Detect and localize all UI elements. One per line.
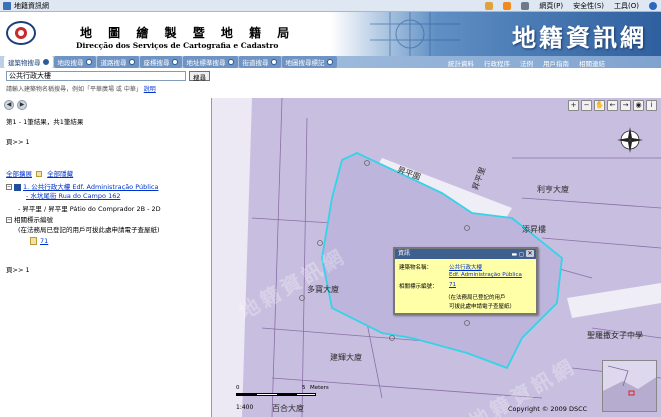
map-label-building: 添昇樓 [522, 225, 546, 234]
result-subaddress: - 昇平里 / 昇平里 Pátio do Comprador 2B - 2D [18, 205, 161, 213]
dscc-logo-icon [6, 21, 36, 45]
site-title: 地籍資訊網 [512, 24, 647, 52]
link-user-guide[interactable]: 用戶指南 [543, 58, 569, 68]
apply-note: (在法務局已登記的用戶可拔此處申請電子查屋紙) [18, 226, 160, 234]
nav-tab-map-mark[interactable]: 地圖搜尋標記 [281, 56, 337, 68]
zoom-in-icon[interactable]: + [568, 100, 579, 111]
next-arrow-icon[interactable]: ▶ [17, 100, 27, 110]
radio-dot-icon [128, 59, 135, 65]
radio-dot-icon [85, 59, 92, 65]
popup-name-label: 建築物名稱： [399, 265, 433, 271]
popup-ref-label: 相關標示編號： [399, 284, 438, 290]
results-panel: ◀ ▶ 第1 - 1筆結果，共1筆結果 頁>> 1 全部擴展 全部隱藏 −1. … [0, 98, 212, 417]
globe-icon[interactable]: ◉ [633, 100, 644, 111]
popup-title: 資訊 [398, 250, 411, 257]
previous-arrow-icon[interactable]: ◀ [4, 100, 14, 110]
site-favicon-icon [3, 1, 11, 10]
scale-zero: 0 [236, 385, 240, 391]
department-name-chinese: 地 圖 繪 製 暨 地 籍 局 [80, 26, 296, 40]
expand-all-link[interactable]: 全部擴展 [6, 170, 32, 178]
help-icon[interactable] [649, 2, 657, 10]
header-links: 統計資料 行政程序 法例 用戶指南 相關連結 [448, 58, 605, 68]
scale-five: 5 [302, 385, 306, 391]
search-hint: 請輸入建築物名稱搜尋，例如「平華廣場 或 中華」 說明 [6, 86, 156, 93]
radio-dot-icon [270, 59, 277, 65]
popup-header: 資訊 ▬ ◻ ✕ [395, 249, 536, 259]
popup-name-link-pt: Edf. Administração Pública [449, 272, 522, 278]
radio-dot-icon [326, 59, 333, 65]
nav-tab-coordinate-search[interactable]: 座標搜尋 [139, 56, 182, 68]
ref-item: 71 [30, 237, 48, 245]
print-icon[interactable] [521, 2, 530, 10]
close-icon[interactable]: ✕ [526, 250, 534, 257]
map-scale-ratio: 1:400 [236, 404, 254, 411]
link-related[interactable]: 相關連結 [579, 58, 605, 68]
link-procedures[interactable]: 行政程序 [484, 58, 510, 68]
pagination-top[interactable]: 頁>> 1 [6, 136, 30, 146]
related-ref-node: − 相關標示編號 [6, 216, 53, 224]
document-icon [30, 237, 37, 245]
nav-tab-building-search[interactable]: 建築物搜尋 [4, 56, 53, 68]
minimize-icon[interactable]: ▬ ◻ [511, 250, 524, 260]
home-icon[interactable] [485, 2, 494, 10]
menu-tools[interactable]: 工具(O) [614, 1, 639, 11]
menu-page[interactable]: 網頁(P) [539, 1, 563, 11]
forward-arrow-icon[interactable]: → [620, 100, 631, 111]
link-legislation[interactable]: 法例 [520, 58, 533, 68]
map-label-building: 多寶大廈 [307, 285, 339, 294]
popup-name-link: 公共行政大樓 [449, 265, 483, 271]
browser-command-bar: 網頁(P) 安全性(S) 工具(O) [485, 1, 657, 11]
nav-tab-lot-search[interactable]: 地段搜尋 [53, 56, 96, 68]
pan-hand-icon[interactable]: ✋ [594, 100, 605, 111]
map-copyright: Copyright © 2009 DSCC [508, 405, 588, 413]
link-statistics[interactable]: 統計資料 [448, 58, 474, 68]
radio-dot-icon [227, 59, 234, 65]
map-label-building: 利亨大廈 [537, 185, 569, 194]
nav-tab-address-search[interactable]: 地址標準搜尋 [182, 56, 238, 68]
site-header: 地 圖 繪 製 暨 地 籍 局 Direcção dos Serviços de… [0, 12, 661, 56]
map-label-building: 百合大廈 [272, 404, 304, 413]
feeds-icon[interactable] [503, 2, 512, 10]
info-popup: 資訊 ▬ ◻ ✕ 建築物名稱： 公共行政大樓 Edf. Administraçã… [393, 247, 538, 315]
pagination-bottom[interactable]: 頁>> 1 [6, 264, 30, 274]
building-icon [14, 183, 21, 191]
expand-collapse-row: 全部擴展 全部隱藏 [6, 168, 73, 178]
search-bar: 搜尋 [6, 71, 210, 82]
ref-number-link[interactable]: 71 [40, 237, 48, 245]
scale-bar-graphic [236, 393, 316, 396]
help-link[interactable]: 說明 [144, 86, 156, 93]
nav-tab-street-search[interactable]: 街道搜尋 [238, 56, 281, 68]
map-label-building: 建輝大廈 [330, 353, 362, 362]
popup-ref-link: 71 [449, 282, 456, 288]
info-icon[interactable]: i [646, 100, 657, 111]
results-toolbar: ◀ ▶ [4, 100, 27, 110]
result-address-link: - 水坑尾街 Rua do Campo 162 [26, 192, 121, 200]
popup-note-line1: （在法務局已登記的用戶 [445, 295, 506, 301]
nav-tab-road-search[interactable]: 道路搜尋 [96, 56, 139, 68]
popup-note-line2: 可拔此處申請電子查屋紙） [449, 304, 516, 310]
collapse-toggle-icon[interactable]: − [6, 217, 12, 223]
grid-decoration [370, 12, 460, 56]
browser-tab-title[interactable]: 地籍資訊網 [14, 1, 49, 11]
search-button[interactable]: 搜尋 [189, 71, 210, 82]
radio-dot-icon [42, 59, 49, 65]
expand-icon [36, 171, 43, 177]
department-name-portuguese: Direcção dos Serviços de Cartografia e C… [76, 41, 279, 50]
radio-dot-icon [171, 59, 178, 65]
back-arrow-icon[interactable]: ← [607, 100, 618, 111]
overview-map[interactable] [602, 360, 657, 412]
map-label-school: 聖羅撒女子中學 [587, 331, 643, 340]
scale-unit: Meters [310, 385, 329, 391]
map-toolbar: + − ✋ ← → ◉ i [568, 100, 657, 111]
browser-tab-bar: 地籍資訊網 網頁(P) 安全性(S) 工具(O) [0, 0, 661, 12]
zoom-out-icon[interactable]: − [581, 100, 592, 111]
collapse-all-link[interactable]: 全部隱藏 [47, 170, 73, 178]
overview-map-canvas [603, 365, 656, 411]
building-search-input[interactable] [6, 71, 186, 81]
results-summary: 第1 - 1筆結果，共1筆結果 [6, 118, 84, 126]
menu-safety[interactable]: 安全性(S) [573, 1, 604, 11]
collapse-toggle-icon[interactable]: − [6, 184, 12, 190]
